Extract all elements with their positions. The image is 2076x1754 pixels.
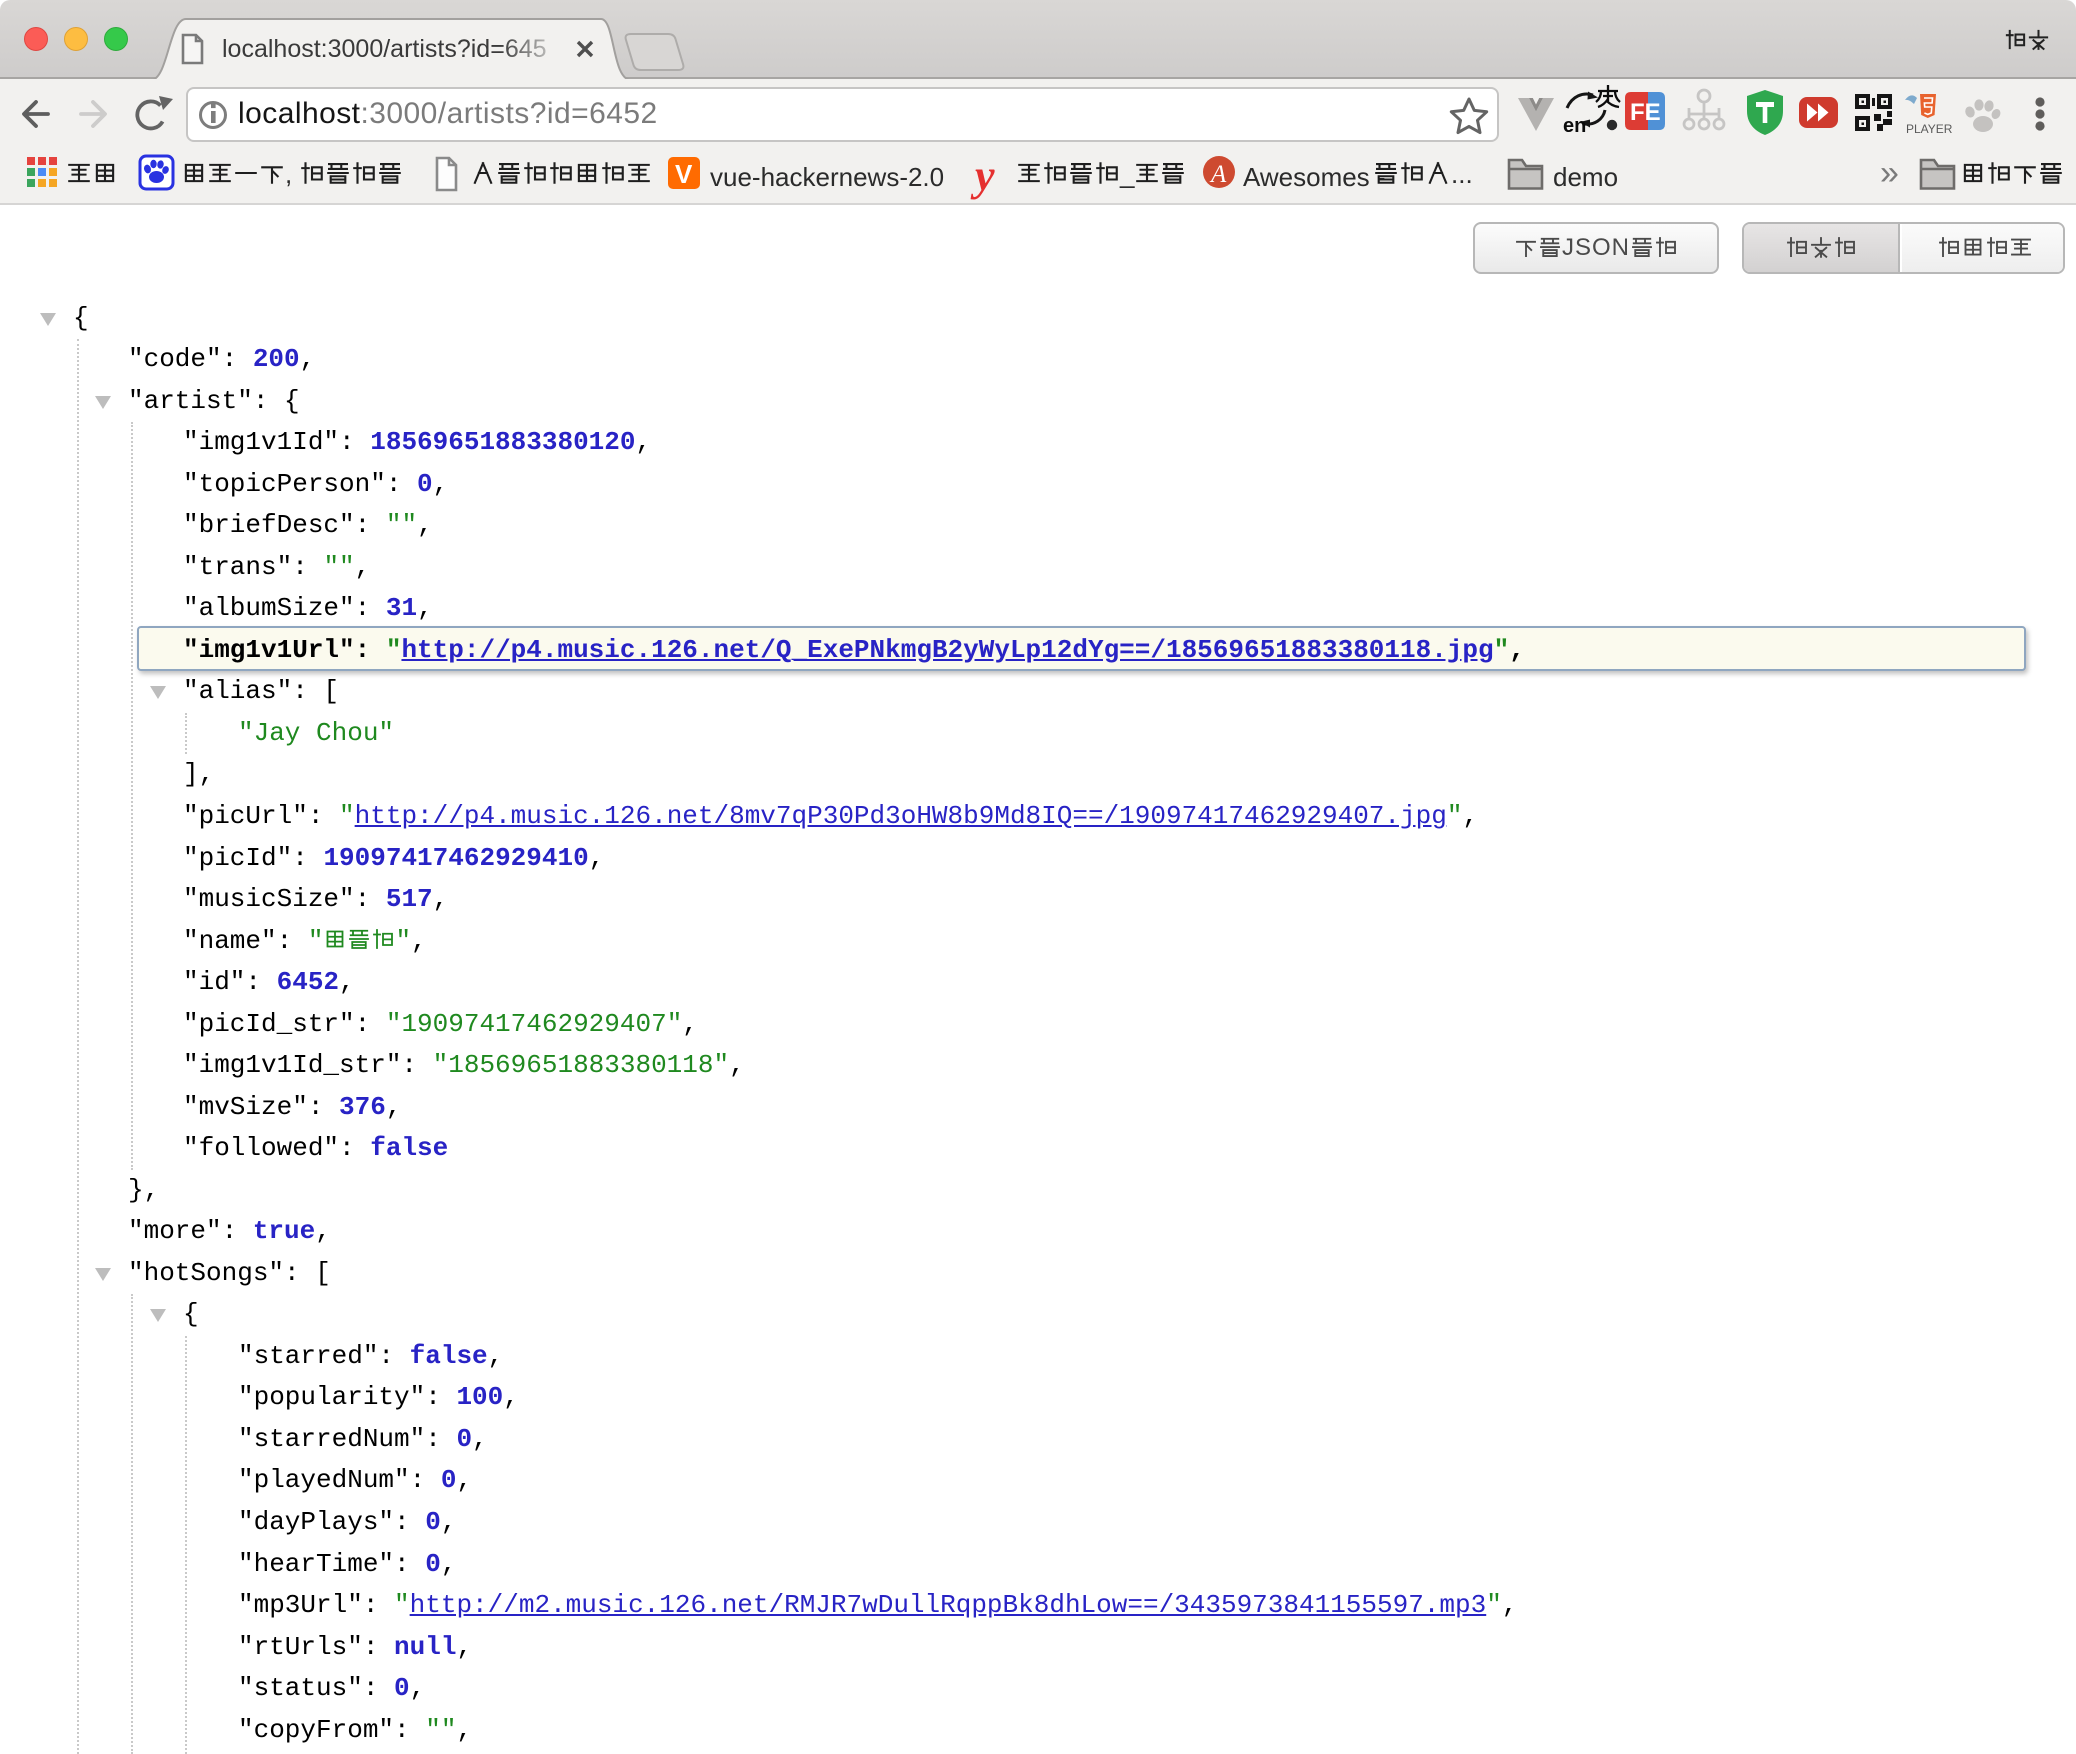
svg-text:V: V	[675, 159, 693, 189]
svg-text:y: y	[970, 151, 995, 200]
svg-text:»: »	[1880, 154, 1899, 192]
svg-text:A: A	[1209, 161, 1227, 188]
